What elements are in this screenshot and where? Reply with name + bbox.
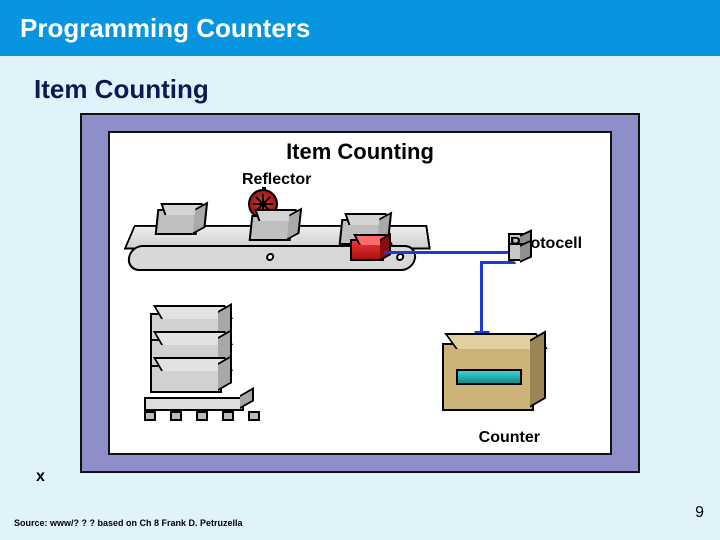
title-bar: Programming Counters xyxy=(0,0,720,56)
label-reflector: Reflector xyxy=(242,171,311,189)
slide-title: Programming Counters xyxy=(20,13,310,44)
item-box-icon xyxy=(155,209,200,235)
sensor-target-box-icon xyxy=(350,239,384,261)
arrow-down-icon xyxy=(480,261,483,343)
slide-subtitle: Item Counting xyxy=(34,74,720,105)
figure-title: Item Counting xyxy=(110,139,610,165)
counter-box-icon xyxy=(442,343,534,411)
diagram: Reflector Photocell Counter xyxy=(120,173,600,443)
item-box-icon xyxy=(249,215,294,241)
signal-line-icon xyxy=(480,261,516,264)
slide: Programming Counters Item Counting Item … xyxy=(0,0,720,540)
pallet-stack-icon xyxy=(150,319,246,415)
source-footer: Source: www/? ? ? based on Ch 8 Frank D.… xyxy=(14,518,243,528)
label-counter: Counter xyxy=(479,429,540,447)
photocell-icon xyxy=(508,243,524,261)
beam-line-icon xyxy=(384,251,514,254)
figure-frame: Item Counting Reflector Photocell Counte… xyxy=(80,113,640,473)
page-number: 9 xyxy=(695,504,704,522)
x-annotation: x xyxy=(36,468,45,486)
figure-inner: Item Counting Reflector Photocell Counte… xyxy=(108,131,612,455)
counter-display-icon xyxy=(456,369,522,385)
